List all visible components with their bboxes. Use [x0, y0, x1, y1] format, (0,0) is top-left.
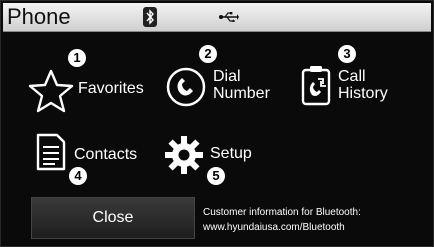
- call-history-label: Call History: [338, 68, 388, 102]
- favorites-button[interactable]: 1 Favorites: [27, 49, 157, 119]
- badge-4: 4: [69, 167, 87, 185]
- contacts-label: Contacts: [74, 146, 138, 163]
- badge-1: 1: [68, 49, 86, 67]
- close-button[interactable]: Close: [31, 197, 195, 239]
- badge-5: 5: [207, 167, 225, 185]
- phone-screen: Phone 1 Favorites 2 Dial Number 3 Call H…: [0, 0, 434, 247]
- badge-3: 3: [338, 45, 356, 63]
- favorites-label: Favorites: [78, 80, 144, 97]
- info-line-2: www.hyundaiusa.com/Bluetooth: [203, 222, 345, 233]
- setup-button[interactable]: Setup 5: [164, 131, 274, 187]
- page-title: Phone: [7, 4, 71, 29]
- info-line-1: Customer information for Bluetooth:: [203, 207, 361, 218]
- contacts-icon: [36, 133, 66, 171]
- contacts-button[interactable]: Contacts 4: [33, 131, 153, 187]
- call-history-icon: [301, 66, 331, 106]
- header-bar: Phone: [3, 3, 431, 32]
- bluetooth-info: Customer information for Bluetooth: www.…: [203, 205, 431, 235]
- gear-icon: [165, 136, 203, 174]
- badge-2: 2: [199, 45, 217, 63]
- usb-icon: [219, 12, 239, 22]
- handset-icon: [166, 67, 206, 107]
- bluetooth-icon: [143, 7, 157, 27]
- call-history-button[interactable]: 3 Call History: [298, 45, 408, 119]
- star-icon: [28, 69, 74, 113]
- dial-number-label: Dial Number: [213, 68, 270, 102]
- dial-number-button[interactable]: 2 Dial Number: [166, 45, 281, 119]
- setup-label: Setup: [210, 145, 252, 162]
